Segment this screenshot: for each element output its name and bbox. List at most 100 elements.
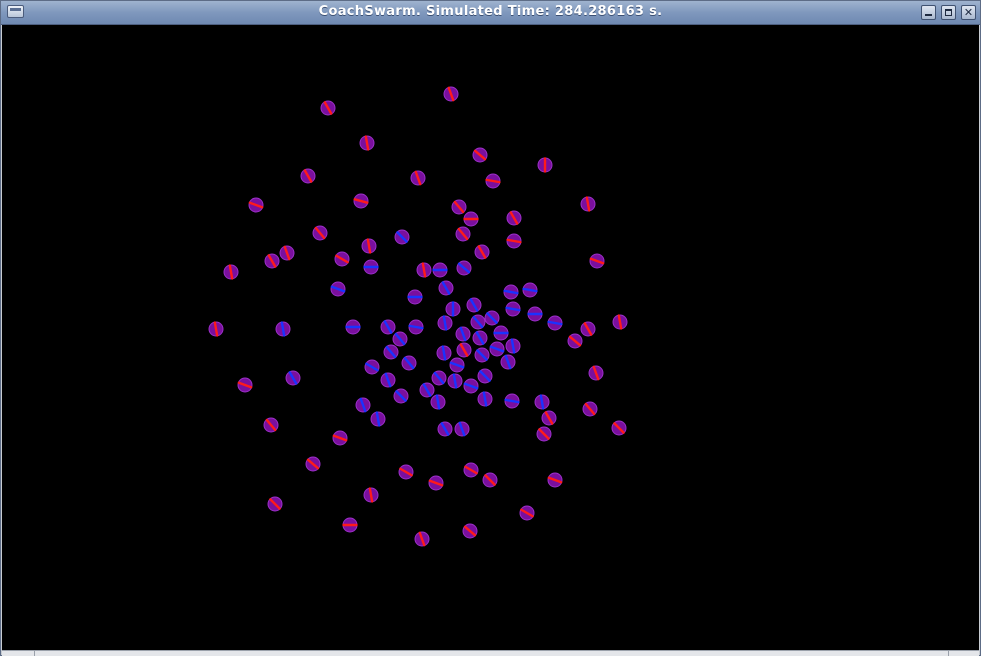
swarm-agent [267, 496, 283, 512]
swarm-agent [484, 310, 500, 326]
swarm-agent [519, 505, 535, 521]
title-bar[interactable]: CoachSwarm. Simulated Time: 284.286163 s… [1, 1, 980, 25]
swarm-agent [330, 281, 346, 297]
swarm-agent [589, 253, 605, 269]
swarm-agent [612, 314, 628, 330]
close-icon[interactable]: ✕ [961, 5, 976, 20]
swarm-agent [263, 417, 279, 433]
swarm-agent [342, 517, 358, 533]
swarm-agent [470, 314, 486, 330]
swarm-agent [445, 301, 461, 317]
swarm-agent [248, 197, 264, 213]
swarm-agent [410, 170, 426, 186]
swarm-agent [505, 338, 521, 354]
swarm-agent [432, 262, 448, 278]
swarm-agent [353, 193, 369, 209]
swarm-agent [436, 345, 452, 361]
swarm-agent [500, 354, 516, 370]
swarm-agent [455, 326, 471, 342]
swarm-agent [582, 401, 598, 417]
swarm-agent [345, 319, 361, 335]
swarm-agent [527, 306, 543, 322]
swarm-agent [370, 411, 386, 427]
swarm-agent [419, 382, 435, 398]
swarm-agent [477, 368, 493, 384]
swarm-agent [363, 487, 379, 503]
swarm-agent [482, 472, 498, 488]
swarm-agent [474, 244, 490, 260]
swarm-agent [208, 321, 224, 337]
swarm-agent [312, 225, 328, 241]
swarm-agent [279, 245, 295, 261]
swarm-agent [443, 86, 459, 102]
swarm-agent [451, 199, 467, 215]
swarm-agent [588, 365, 604, 381]
swarm-agent [380, 319, 396, 335]
swarm-agent [363, 259, 379, 275]
swarm-agent [414, 531, 430, 547]
swarm-agent [428, 475, 444, 491]
swarm-agent [580, 321, 596, 337]
app-window: CoachSwarm. Simulated Time: 284.286163 s… [0, 0, 981, 656]
swarm-agent [416, 262, 432, 278]
swarm-agent [547, 472, 563, 488]
swarm-agent [361, 238, 377, 254]
swarm-agent [407, 289, 423, 305]
swarm-agent [456, 342, 472, 358]
swarm-agent [332, 430, 348, 446]
swarm-agent [437, 421, 453, 437]
swarm-agent [383, 344, 399, 360]
swarm-agent [503, 284, 519, 300]
swarm-agent [536, 426, 552, 442]
swarm-agent [392, 331, 408, 347]
swarm-agent [223, 264, 239, 280]
swarm-agent [393, 388, 409, 404]
swarm-view [208, 86, 628, 547]
swarm-agent [611, 420, 627, 436]
swarm-agent [334, 251, 350, 267]
swarm-agent [264, 253, 280, 269]
swarm-agent [537, 157, 553, 173]
swarm-agent [364, 359, 380, 375]
swarm-agent [456, 260, 472, 276]
swarm-agent [305, 456, 321, 472]
swarm-agent [275, 321, 291, 337]
swarm-agent [541, 410, 557, 426]
window-title: CoachSwarm. Simulated Time: 284.286163 s… [318, 4, 663, 19]
swarm-agent [455, 226, 471, 242]
swarm-agent [506, 210, 522, 226]
swarm-agent [437, 315, 453, 331]
swarm-agent [493, 325, 509, 341]
swarm-agent [380, 372, 396, 388]
swarm-agent [447, 373, 463, 389]
swarm-agent [505, 301, 521, 317]
swarm-agent [398, 464, 414, 480]
swarm-agent [355, 397, 371, 413]
swarm-agent [504, 393, 520, 409]
swarm-agent [449, 357, 465, 373]
swarm-agent [477, 391, 493, 407]
swarm-agent [474, 347, 490, 363]
swarm-agent [359, 135, 375, 151]
swarm-agent [285, 370, 301, 386]
swarm-agent [489, 341, 505, 357]
minimize-icon[interactable] [921, 5, 936, 20]
swarm-agent [462, 523, 478, 539]
status-bar [2, 650, 979, 656]
swarm-agent [431, 370, 447, 386]
swarm-agent [534, 394, 550, 410]
simulation-canvas[interactable] [2, 25, 979, 650]
swarm-agent [394, 229, 410, 245]
swarm-agent [320, 100, 336, 116]
swarm-agent [408, 319, 424, 335]
swarm-agent [300, 168, 316, 184]
swarm-agent [237, 377, 253, 393]
swarm-agent [466, 297, 482, 313]
swarm-agent [472, 147, 488, 163]
swarm-agent [463, 211, 479, 227]
swarm-agent [567, 333, 583, 349]
swarm-agent [454, 421, 470, 437]
maximize-icon[interactable] [941, 5, 956, 20]
swarm-agent [506, 233, 522, 249]
swarm-agent [580, 196, 596, 212]
